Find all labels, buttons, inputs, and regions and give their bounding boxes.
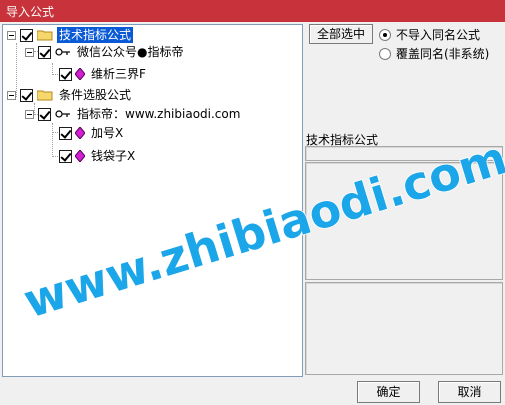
tree-checkbox[interactable] <box>38 107 51 121</box>
import-formula-dialog: 导入公式 技术指标公式 微信公众号●指标帝 维析三界F 条件选股公式 指标帝：w… <box>0 0 505 405</box>
window-title: 导入公式 <box>6 5 55 19</box>
select-all-button[interactable]: 全部选中 <box>309 24 373 44</box>
tree-node-technical-formulas[interactable]: 技术指标公式 <box>7 26 134 44</box>
title-bar[interactable]: 导入公式 <box>0 0 505 22</box>
tree-node-label: 钱袋子X <box>91 149 136 163</box>
collapse-toggle[interactable] <box>25 47 34 57</box>
tree-node-label: 技术指标公式 <box>57 27 134 43</box>
tree-node-label: 加号X <box>91 126 124 140</box>
tree-node-label: 微信公众号●指标帝 <box>77 45 184 59</box>
formula-gem-icon <box>75 68 85 80</box>
formula-gem-icon <box>75 150 85 162</box>
radio-label: 覆盖同名(非系统) <box>396 47 490 61</box>
tree-node-formula[interactable]: 钱袋子X <box>59 147 137 165</box>
collapse-toggle[interactable] <box>7 90 16 100</box>
cancel-button[interactable]: 取消 <box>438 381 501 403</box>
tree-node-wechat-account[interactable]: 微信公众号●指标帝 <box>25 43 185 61</box>
tree-checkbox[interactable] <box>59 149 72 163</box>
folder-icon <box>37 90 53 101</box>
tree-checkbox[interactable] <box>20 88 33 102</box>
radio-button[interactable] <box>379 28 391 41</box>
tree-connector <box>52 123 53 157</box>
tree-node-website[interactable]: 指标帝：www.zhibiaodi.com <box>25 105 242 123</box>
tree-checkbox[interactable] <box>59 67 72 81</box>
tree-node-formula[interactable]: 维析三界F <box>59 65 148 83</box>
tree-node-label: 条件选股公式 <box>59 88 132 102</box>
tree-node-formula[interactable]: 加号X <box>59 124 125 142</box>
formula-gem-icon <box>75 127 85 139</box>
tree-node-label: 维析三界F <box>91 67 146 81</box>
ok-button[interactable]: 确定 <box>357 381 420 403</box>
tree-checkbox[interactable] <box>20 28 33 42</box>
key-icon <box>55 110 70 118</box>
radio-overwrite-duplicates[interactable]: 覆盖同名(非系统) <box>379 45 489 62</box>
radio-button[interactable] <box>379 47 391 60</box>
section-header-bar <box>305 146 503 161</box>
key-icon <box>55 48 70 56</box>
folder-icon <box>37 30 53 41</box>
collapse-toggle[interactable] <box>7 30 16 40</box>
radio-label: 不导入同名公式 <box>396 28 481 42</box>
tree-checkbox[interactable] <box>59 126 72 140</box>
collapse-toggle[interactable] <box>25 109 34 119</box>
options-panel: 全部选中 不导入同名公式 覆盖同名(非系统) 技术指标公式 <box>305 24 503 377</box>
tree-node-stock-selection[interactable]: 条件选股公式 <box>7 86 133 104</box>
tree-node-label: 指标帝：www.zhibiaodi.com <box>77 107 241 121</box>
description-box <box>305 162 503 280</box>
details-box <box>305 282 503 375</box>
tree-checkbox[interactable] <box>38 45 51 59</box>
formula-tree[interactable]: 技术指标公式 微信公众号●指标帝 维析三界F 条件选股公式 指标帝：www.zh… <box>2 24 303 377</box>
radio-skip-duplicates[interactable]: 不导入同名公式 <box>379 26 480 43</box>
